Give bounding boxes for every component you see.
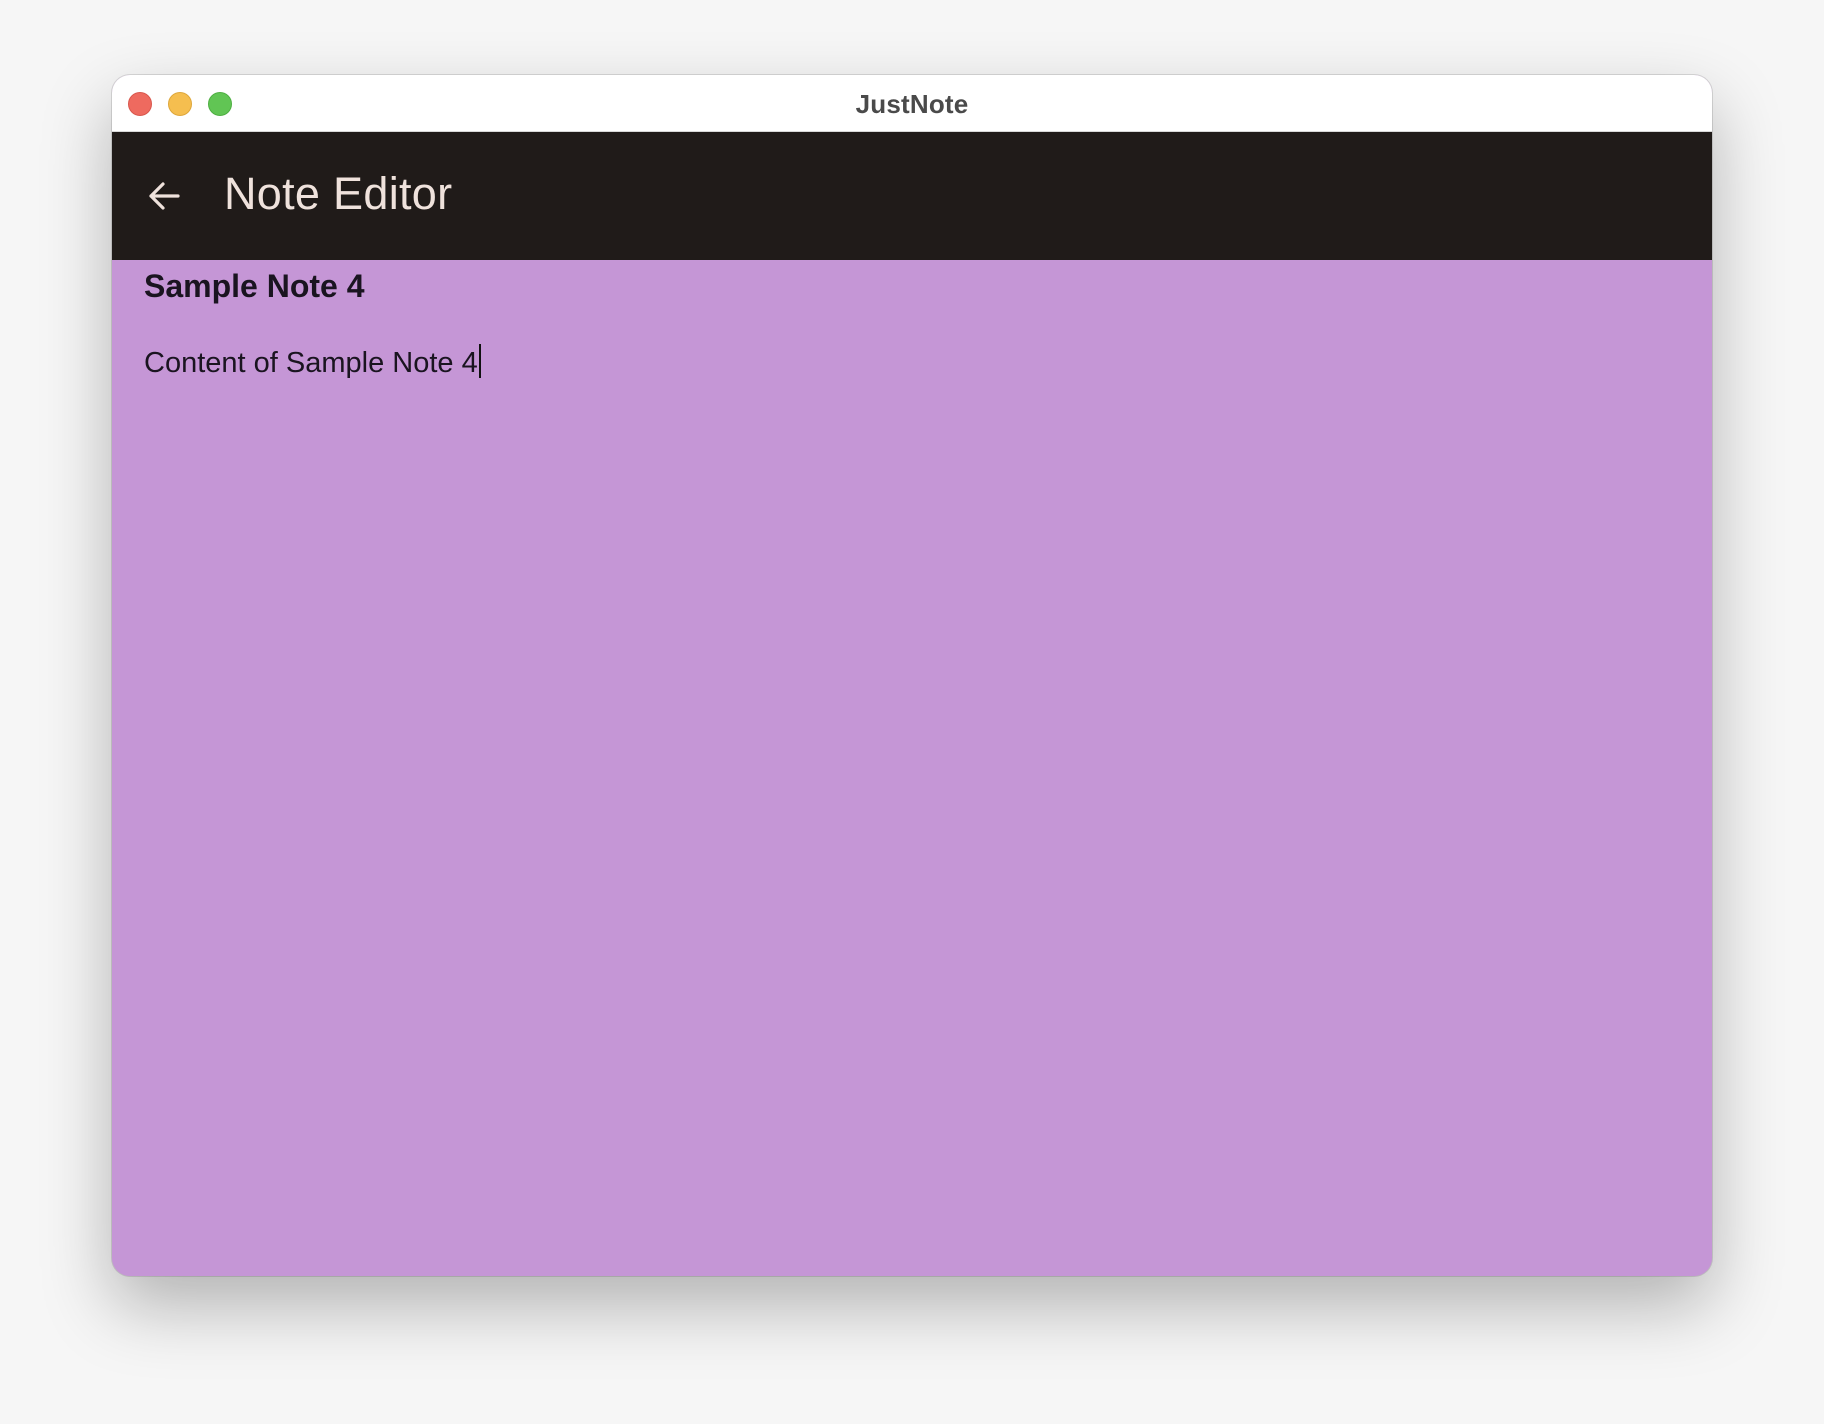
page-title: Note Editor	[224, 168, 453, 219]
window-title: JustNote	[855, 89, 969, 119]
app-bar: Note Editor	[112, 132, 1712, 260]
arrow-left-icon	[149, 182, 180, 210]
note-editor: Sample Note 4 Content of Sample Note 4	[112, 260, 1712, 1276]
back-button[interactable]	[138, 170, 190, 222]
window-titlebar[interactable]: JustNote	[112, 75, 1712, 132]
text-cursor	[478, 344, 481, 378]
app-window: JustNote Note Editor Sample Note 4 Conte…	[112, 75, 1712, 1276]
note-content-field[interactable]: Content of Sample Note 4	[144, 344, 1664, 380]
note-title-field[interactable]: Sample Note 4	[144, 268, 1664, 305]
note-content-text: Content of Sample Note 4	[144, 347, 478, 379]
